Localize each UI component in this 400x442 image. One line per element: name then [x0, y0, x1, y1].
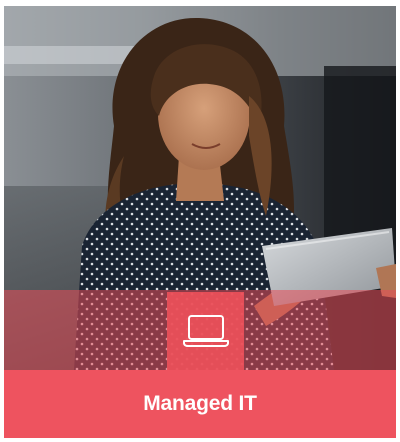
title-bar: Managed IT: [4, 370, 396, 438]
laptop-icon: [182, 315, 229, 347]
card-title[interactable]: Managed IT: [143, 392, 257, 416]
service-card[interactable]: Managed IT: [4, 6, 396, 438]
icon-tile: [167, 292, 244, 370]
